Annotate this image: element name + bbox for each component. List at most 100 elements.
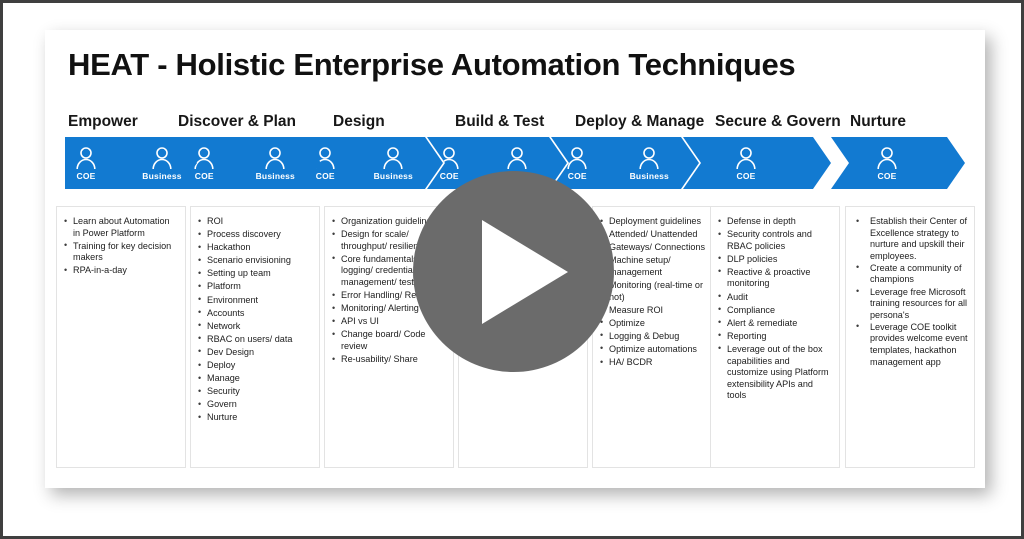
list-item: Logging & Debug bbox=[600, 330, 715, 343]
list-item: Manage bbox=[198, 373, 313, 385]
person-icon bbox=[151, 146, 173, 170]
person-icon bbox=[193, 146, 215, 170]
person-icon bbox=[566, 146, 588, 170]
list-item: Scenario envisioning bbox=[198, 255, 313, 267]
list-item: Nurture bbox=[198, 412, 313, 424]
list-item: Alert & remediate bbox=[718, 317, 833, 330]
stage-label-build-test: Build & Test bbox=[455, 113, 545, 130]
list-item: Create a community of champions bbox=[856, 262, 968, 286]
stage-chevron-secure-govern[interactable]: COE bbox=[683, 137, 831, 189]
stage-label-deploy-manage: Deploy & Manage bbox=[575, 113, 705, 130]
stage-label-design: Design bbox=[333, 113, 385, 130]
list-item: Environment bbox=[198, 294, 313, 307]
list-item: RPA-in-a-day bbox=[64, 265, 179, 277]
persona-label: COE bbox=[439, 170, 459, 181]
list-item: Measure ROI bbox=[600, 304, 715, 317]
stage-label-secure-govern: Secure & Govern bbox=[715, 113, 841, 130]
list-item: HA/ BCDR bbox=[600, 357, 715, 369]
stage-chevron-discover-plan[interactable]: COE Business bbox=[179, 137, 325, 189]
persona-label: COE bbox=[315, 170, 335, 181]
person-icon bbox=[638, 146, 660, 170]
list-item: Hackathon bbox=[198, 242, 313, 254]
bullet-list: Establish their Center of Excellence str… bbox=[846, 207, 974, 368]
bullet-box-discover-plan: ROIProcess discoveryHackathonScenario en… bbox=[190, 206, 320, 468]
list-item: Machine setup/ management bbox=[600, 255, 715, 278]
list-item: Training for key decision makers bbox=[64, 240, 179, 264]
persona-business: Business bbox=[630, 146, 669, 181]
bullet-list: Learn about Automation in Power Platform… bbox=[57, 207, 185, 277]
list-item: Re-usability/ Share bbox=[332, 354, 447, 366]
persona-label: Business bbox=[629, 170, 669, 181]
list-item: Security controls and RBAC policies bbox=[718, 229, 833, 252]
stage-label-discover-plan: Discover & Plan bbox=[178, 113, 297, 130]
stage-chevron-empower[interactable]: COE Business bbox=[65, 137, 201, 189]
page-title: HEAT - Holistic Enterprise Automation Te… bbox=[68, 47, 796, 82]
bullet-box-nurture: Establish their Center of Excellence str… bbox=[845, 206, 975, 468]
persona-business: Business bbox=[141, 146, 183, 181]
video-player-frame[interactable]: HEAT - Holistic Enterprise Automation Te… bbox=[0, 0, 1024, 539]
person-icon bbox=[735, 146, 757, 170]
persona-group: COE Business bbox=[551, 137, 669, 189]
persona-coe: COE bbox=[65, 146, 107, 181]
list-item: Learn about Automation in Power Platform bbox=[64, 215, 179, 239]
persona-label: COE bbox=[76, 170, 96, 181]
list-item: DLP policies bbox=[718, 253, 833, 266]
list-item: Security bbox=[198, 386, 313, 398]
persona-coe: COE bbox=[723, 146, 769, 181]
list-item: Network bbox=[198, 320, 313, 333]
video-backdrop: HEAT - Holistic Enterprise Automation Te… bbox=[3, 3, 1021, 536]
list-item: Optimize bbox=[600, 317, 715, 330]
list-item: Leverage out of the box capabilities and… bbox=[718, 343, 833, 402]
list-item: Leverage COE toolkit provides welcome ev… bbox=[856, 321, 968, 368]
list-item: ROI bbox=[198, 216, 313, 228]
persona-business: Business bbox=[374, 146, 413, 181]
list-item: Reporting bbox=[718, 330, 833, 343]
play-button[interactable] bbox=[413, 171, 614, 372]
list-item: Reactive & proactive monitoring bbox=[718, 266, 833, 290]
bullet-box-secure-govern: Defense in depthSecurity controls and RB… bbox=[710, 206, 840, 468]
stage-chevron-deploy-manage[interactable]: COE Business bbox=[551, 137, 699, 189]
bullet-list: ROIProcess discoveryHackathonScenario en… bbox=[191, 207, 319, 424]
bullet-list: Defense in depthSecurity controls and RB… bbox=[711, 207, 839, 402]
stage-chevron-nurture[interactable]: COE bbox=[831, 137, 965, 189]
list-item: Accounts bbox=[198, 307, 313, 320]
list-item: Dev Design bbox=[198, 346, 313, 359]
stage-label-nurture: Nurture bbox=[850, 113, 906, 130]
list-item: RBAC on users/ data bbox=[198, 333, 313, 346]
person-icon bbox=[264, 146, 286, 170]
list-item: Compliance bbox=[718, 304, 833, 317]
list-item: Platform bbox=[198, 281, 313, 293]
persona-label: COE bbox=[194, 170, 214, 181]
list-item: Establish their Center of Excellence str… bbox=[856, 215, 968, 262]
stage-chevron-design[interactable]: COE Business bbox=[303, 137, 443, 189]
list-item: Monitoring (real-time or not) bbox=[600, 279, 715, 303]
persona-label: Business bbox=[255, 170, 295, 181]
persona-group: COE Business bbox=[65, 137, 183, 189]
list-item: Defense in depth bbox=[718, 216, 833, 228]
persona-group: COE bbox=[831, 137, 935, 189]
bullet-box-deploy-manage: Deployment guidelinesAttended/ Unattende… bbox=[592, 206, 722, 468]
list-item: Deploy bbox=[198, 360, 313, 372]
list-item: Optimize automations bbox=[600, 343, 715, 356]
persona-label: COE bbox=[877, 170, 897, 181]
list-item: Setting up team bbox=[198, 268, 313, 280]
person-icon bbox=[506, 146, 528, 170]
persona-label: COE bbox=[736, 170, 756, 181]
list-item: Govern bbox=[198, 399, 313, 411]
list-item: Audit bbox=[718, 291, 833, 304]
persona-label: Business bbox=[142, 170, 182, 181]
list-item: Leverage free Microsoft training resourc… bbox=[856, 286, 968, 322]
stage-label-empower: Empower bbox=[68, 113, 138, 130]
person-icon bbox=[75, 146, 97, 170]
bullet-box-empower: Learn about Automation in Power Platform… bbox=[56, 206, 186, 468]
list-item: Gateways/ Connections bbox=[600, 242, 715, 254]
person-icon bbox=[876, 146, 898, 170]
list-item: Process discovery bbox=[198, 229, 313, 241]
person-icon bbox=[438, 146, 460, 170]
persona-coe: COE bbox=[864, 146, 910, 181]
play-triangle-icon bbox=[481, 219, 568, 324]
persona-group: COE bbox=[683, 137, 801, 189]
list-item: Change board/ Code review bbox=[332, 329, 447, 352]
persona-label: Business bbox=[373, 170, 413, 181]
persona-business: Business bbox=[256, 146, 295, 181]
